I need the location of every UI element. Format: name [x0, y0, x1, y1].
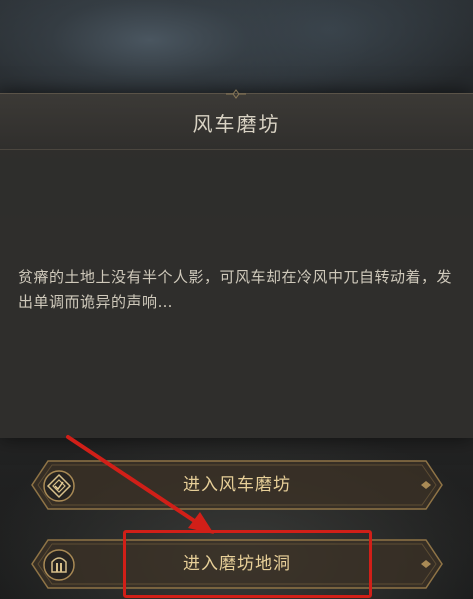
dialog-description: 贫瘠的土地上没有半个人影，可风车却在冷风中兀自转动着，发出单调而诡异的声响… [18, 268, 453, 311]
dialog-title-bar: 风车磨坊 [0, 89, 473, 150]
enter-windmill-button[interactable]: 进入风车磨坊 [30, 459, 444, 511]
dialog-title: 风车磨坊 [192, 112, 281, 136]
game-scene: 风车磨坊 贫瘠的土地上没有半个人影，可风车却在冷风中兀自转动着，发出单调而诡异的… [0, 0, 473, 599]
enter-windmill-label: 进入风车磨坊 [183, 475, 291, 495]
highlight-box [123, 530, 372, 598]
ornament-icon [226, 89, 246, 99]
event-dialog: 风车磨坊 贫瘠的土地上没有半个人影，可风车却在冷风中兀自转动着，发出单调而诡异的… [0, 89, 473, 438]
